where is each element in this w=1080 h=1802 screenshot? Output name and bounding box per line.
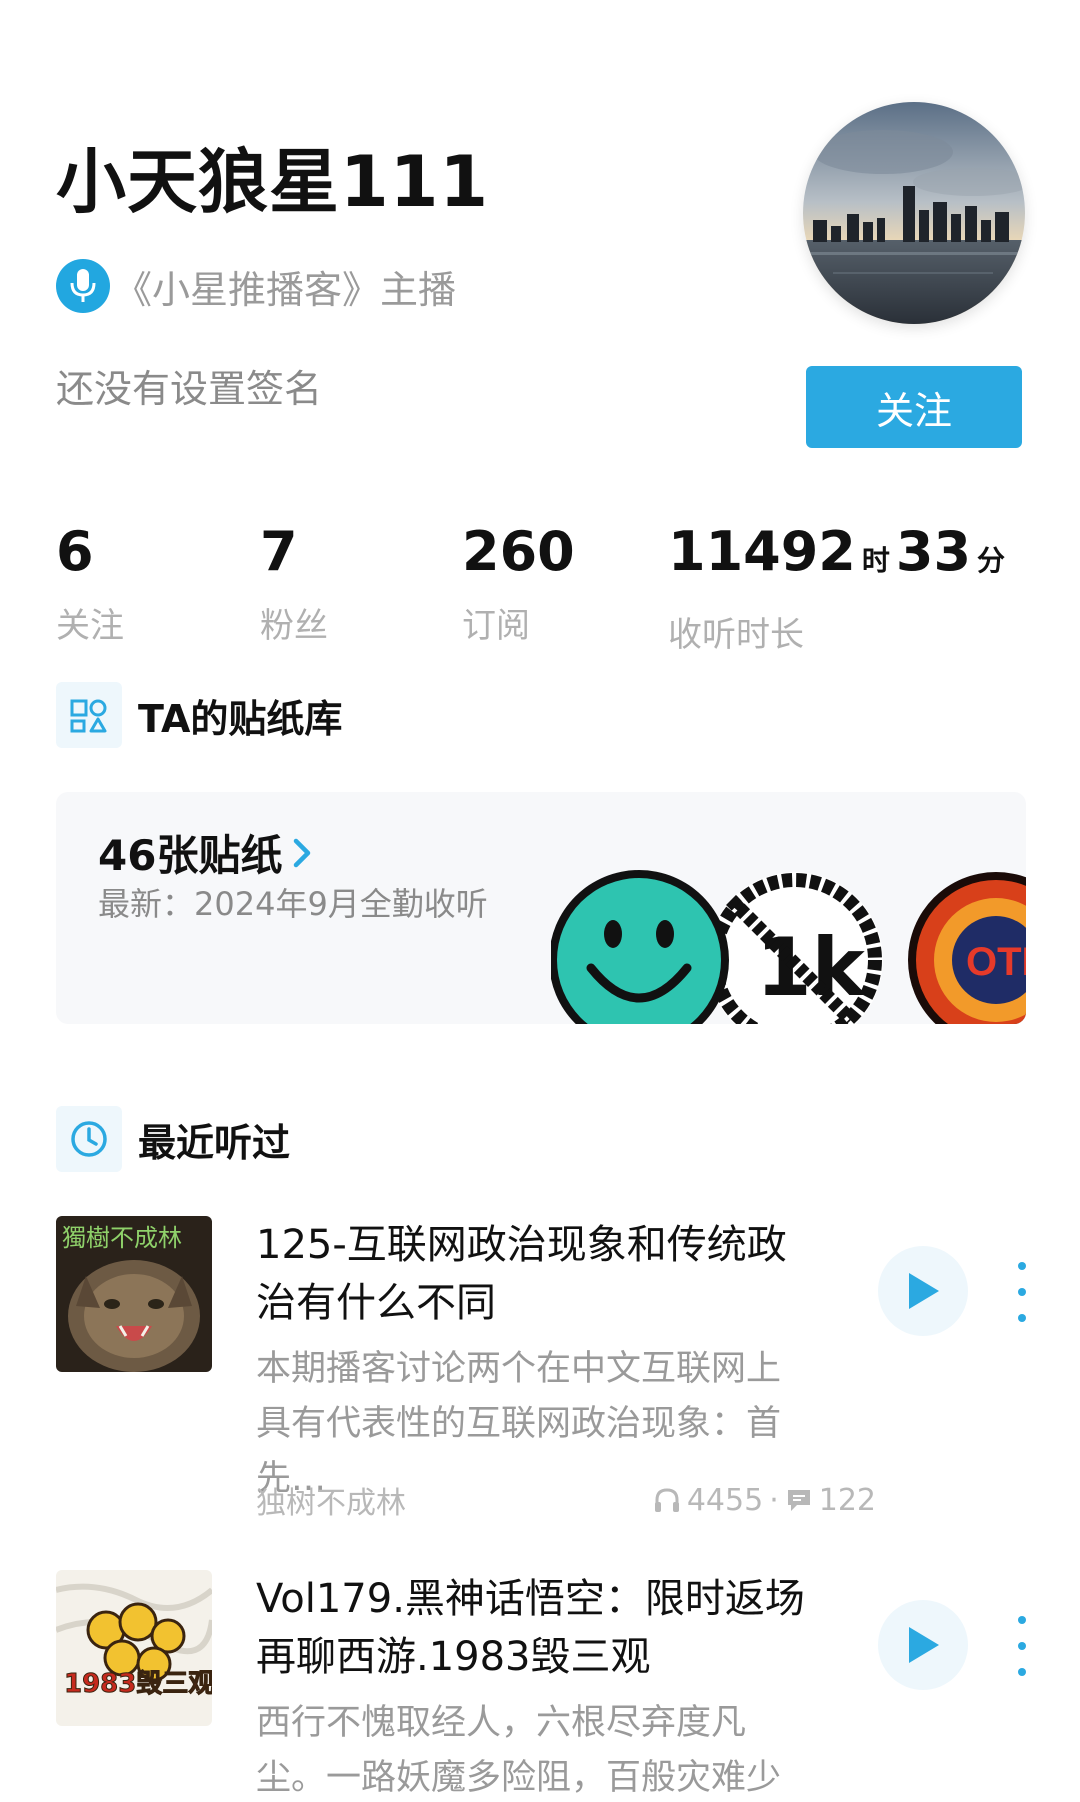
comment-icon <box>785 1486 813 1514</box>
episode-stats: 4455 · 122 <box>653 1478 876 1522</box>
microphone-icon <box>56 259 110 313</box>
pixel-badge-sticker-icon: 1k <box>707 872 883 1024</box>
section-title: 最近听过 <box>138 1120 291 1165</box>
cover-text: 獨樹不成林 <box>62 1224 182 1252</box>
sticker-count[interactable]: 46张贴纸 <box>98 822 314 883</box>
episode-cover[interactable]: 獨樹不成林 <box>56 1216 212 1372</box>
recent-section-header: 最近听过 <box>56 1104 290 1174</box>
play-icon <box>909 1273 939 1309</box>
listening-minutes: 33 <box>895 520 972 583</box>
stat-value: 260 <box>462 520 575 583</box>
smiley-sticker-icon <box>549 870 729 1024</box>
svg-text:OTHE: OTHE <box>966 940 1026 984</box>
dot-icon <box>1018 1642 1026 1650</box>
sticker-count-label: 46张贴纸 <box>98 831 283 880</box>
profile-header: 小天狼星111 《小星推播客》主播 还没有设置签名 关注 <box>0 0 1080 470</box>
play-count: 4455 <box>686 1482 764 1518</box>
sticker-latest: 最新：2024年9月全勤收听 <box>98 885 488 923</box>
stats-row: 6 关注 7 粉丝 260 订阅 11492 时 33 分 收听时长 <box>56 520 1056 655</box>
episode-title[interactable]: 125-互联网政治现象和传统政治有什么不同 <box>256 1216 816 1332</box>
clock-icon <box>56 1106 122 1172</box>
stat-value: 11492 时 33 分 <box>668 520 1011 593</box>
stat-followers[interactable]: 7 粉丝 <box>260 520 328 647</box>
stat-value: 6 <box>56 520 94 583</box>
episode-description: 西行不愧取经人，六根尽弃度凡尘。一路妖魔多险阻，百般灾难少沉沦… <box>256 1703 782 1798</box>
shapes-icon <box>56 682 122 748</box>
stat-label: 粉丝 <box>260 606 328 646</box>
stat-value: 7 <box>260 520 298 583</box>
stat-label: 订阅 <box>462 606 530 646</box>
sticker-section-header: TA的贴纸库 <box>56 680 342 750</box>
sticker-preview-group: OTHE 1k <box>549 860 1026 1024</box>
comment-count: 122 <box>818 1482 876 1518</box>
play-icon <box>909 1627 939 1663</box>
podcast-name[interactable]: 独树不成林 <box>256 1478 406 1522</box>
dot-icon <box>1018 1288 1026 1296</box>
stat-label: 关注 <box>56 606 124 646</box>
stat-subscriptions[interactable]: 260 订阅 <box>462 520 575 647</box>
signature: 还没有设置签名 <box>56 367 323 411</box>
stat-listening-time: 11492 时 33 分 收听时长 <box>668 520 1011 656</box>
avatar[interactable] <box>803 102 1025 324</box>
headphones-icon <box>653 1486 681 1514</box>
play-button[interactable] <box>878 1600 968 1690</box>
separator-dot: · <box>769 1482 779 1518</box>
more-options-button[interactable] <box>1010 1616 1034 1676</box>
episode-item[interactable]: 1983毁三观 Vol179.黑神话悟空：限时返场再聊西游.1983毁三观 西行… <box>56 1570 1036 1802</box>
hours-unit: 时 <box>861 544 890 577</box>
follow-button[interactable]: 关注 <box>806 366 1022 448</box>
stat-label: 收听时长 <box>668 615 804 655</box>
episode-item[interactable]: 獨樹不成林 125-互联网政治现象和传统政治有什么不同 本期播客讨论两个在中文互… <box>56 1216 1036 1521</box>
host-badge-row[interactable]: 《小星推播客》主播 <box>56 258 456 314</box>
sticker-library-card[interactable]: 46张贴纸 最新：2024年9月全勤收听 OTHE 1k <box>56 792 1026 1024</box>
episode-cover[interactable]: 1983毁三观 <box>56 1570 212 1726</box>
listening-hours: 11492 <box>668 520 856 583</box>
username: 小天狼星111 <box>56 141 490 223</box>
cover-text: 1983毁三观 <box>64 1669 212 1699</box>
dot-icon <box>1018 1262 1026 1270</box>
dot-icon <box>1018 1668 1026 1676</box>
chevron-right-icon <box>292 837 314 869</box>
stat-following[interactable]: 6 关注 <box>56 520 124 647</box>
dot-icon <box>1018 1616 1026 1624</box>
more-options-button[interactable] <box>1010 1262 1034 1322</box>
host-label: 《小星推播客》主播 <box>114 267 457 312</box>
fire-sticker-icon: OTHE <box>908 872 1026 1024</box>
episode-meta: 独树不成林 4455 · 122 <box>256 1478 876 1522</box>
play-button[interactable] <box>878 1246 968 1336</box>
section-title: TA的贴纸库 <box>138 696 343 741</box>
episode-title[interactable]: Vol179.黑神话悟空：限时返场再聊西游.1983毁三观 <box>256 1570 816 1686</box>
dot-icon <box>1018 1314 1026 1322</box>
minutes-unit: 分 <box>977 544 1006 577</box>
